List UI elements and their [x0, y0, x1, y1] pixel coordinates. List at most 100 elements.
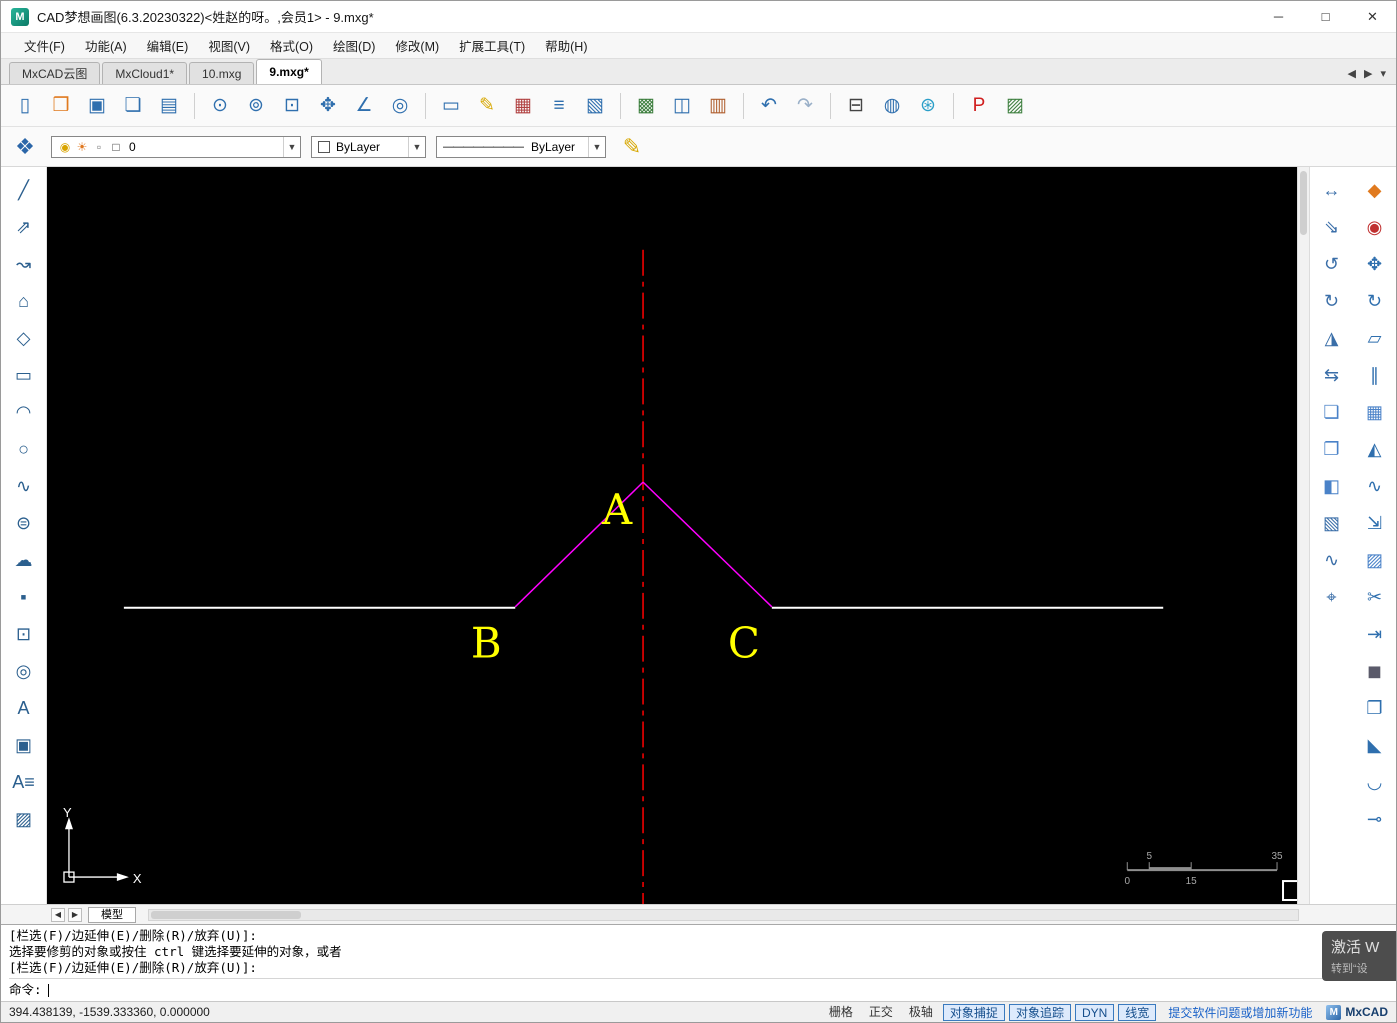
status-toggle-grid[interactable]: 栅格 [823, 1004, 859, 1021]
menu-item-format[interactable]: 格式(O) [261, 33, 322, 58]
chevron-down-icon[interactable]: ▼ [408, 137, 425, 157]
offset-icon[interactable]: ∥ [1360, 360, 1390, 390]
image-export-icon[interactable]: ▨ [999, 90, 1031, 122]
status-toggle-lineweight[interactable]: 线宽 [1118, 1004, 1156, 1021]
hatch-edit-icon[interactable]: ▨ [1360, 545, 1390, 575]
web-home-icon[interactable]: ◍ [876, 90, 908, 122]
status-toggle-osnap[interactable]: 对象捕捉 [943, 1004, 1005, 1021]
new-file-icon[interactable]: ▯ [9, 90, 41, 122]
measure-icon[interactable]: ∠ [348, 90, 380, 122]
align-icon[interactable]: ◮ [1317, 323, 1347, 353]
document-tab-9-mxg[interactable]: 9.mxg* [256, 59, 321, 84]
pdf-export-icon[interactable]: P [963, 90, 995, 122]
erase-icon[interactable]: ◆ [1360, 175, 1390, 205]
status-toggle-dyn[interactable]: DYN [1075, 1004, 1114, 1021]
minimize-button[interactable]: ─ [1255, 1, 1302, 32]
model-tab[interactable]: 模型 [88, 907, 136, 923]
zoom-realtime-icon[interactable]: ◎ [384, 90, 416, 122]
regular-polygon-tool-icon[interactable]: ◇ [9, 323, 39, 353]
stretch-icon[interactable]: ⇲ [1360, 508, 1390, 538]
page-setup-icon[interactable]: ▧ [579, 90, 611, 122]
chamfer-icon[interactable]: ◣ [1360, 730, 1390, 760]
document-tab-10-mxg[interactable]: 10.mxg [189, 62, 254, 84]
hatch-pattern-icon[interactable]: ▧ [1317, 508, 1347, 538]
copy-icon[interactable]: ❐ [1360, 693, 1390, 723]
layer-manager-icon[interactable]: ▩ [630, 90, 662, 122]
menu-item-function[interactable]: 功能(A) [76, 33, 136, 58]
spline-edit-icon[interactable]: ∿ [1360, 471, 1390, 501]
draw-order-icon[interactable]: ◧ [1317, 471, 1347, 501]
swap-order-icon[interactable]: ⇆ [1317, 360, 1347, 390]
point-tool-icon[interactable]: ▪ [9, 582, 39, 612]
command-line-panel[interactable]: [栏选(F)/边延伸(E)/删除(R)/放弃(U)]:选择要修剪的对象或按住 c… [1, 924, 1396, 1001]
vertex-label-a[interactable]: A [601, 485, 633, 534]
pan-icon[interactable]: ✥ [312, 90, 344, 122]
ellipse-tool-icon[interactable]: ⊜ [9, 508, 39, 538]
table-edit-icon[interactable]: ▥ [702, 90, 734, 122]
edit-pencil-icon[interactable]: ✎ [471, 90, 503, 122]
arc-tool-icon[interactable]: ◠ [9, 397, 39, 427]
menu-item-file[interactable]: 文件(F) [15, 33, 74, 58]
status-toggle-polar[interactable]: 极轴 [903, 1004, 939, 1021]
xline-tool-icon[interactable]: ⇗ [9, 212, 39, 242]
circle-tool-icon[interactable]: ○ [9, 434, 39, 464]
horizontal-scrollbar[interactable] [148, 909, 1299, 921]
zoom-extents-icon[interactable]: ⊚ [240, 90, 272, 122]
polyline-edit-icon[interactable]: ∿ [1317, 545, 1347, 575]
block-manager-icon[interactable]: ◫ [666, 90, 698, 122]
rotate-icon[interactable]: ↻ [1360, 286, 1390, 316]
zoom-window-icon[interactable]: ⊡ [276, 90, 308, 122]
sheet-scroll-left-icon[interactable]: ◀ [51, 908, 65, 922]
rotate-cw-icon[interactable]: ↻ [1317, 286, 1347, 316]
vertical-scrollbar[interactable] [1297, 167, 1309, 904]
horizontal-scrollbar-thumb[interactable] [151, 911, 301, 919]
lengthen-icon[interactable]: ↔ [1317, 175, 1347, 205]
save-as-icon[interactable]: ▤ [153, 90, 185, 122]
undo-icon[interactable]: ↶ [753, 90, 785, 122]
menu-item-express-tools[interactable]: 扩展工具(T) [450, 33, 534, 58]
hatch-tool-icon[interactable]: ▨ [9, 804, 39, 834]
print-icon[interactable]: ⊟ [840, 90, 872, 122]
menu-item-edit[interactable]: 编辑(E) [138, 33, 198, 58]
status-toggle-otrack[interactable]: 对象追踪 [1009, 1004, 1071, 1021]
resize-icon[interactable]: ⇘ [1317, 212, 1347, 242]
menu-item-help[interactable]: 帮助(H) [536, 33, 596, 58]
trim-icon[interactable]: ✂ [1360, 582, 1390, 612]
linetype-select[interactable]: ———————— ByLayer ▼ [436, 136, 606, 158]
drawing-viewport[interactable]: A B C Y X [47, 167, 1297, 904]
snap-settings-icon[interactable]: ⌖ [1317, 582, 1347, 612]
menu-item-view[interactable]: 视图(V) [199, 33, 259, 58]
move-icon[interactable]: ✥ [1360, 249, 1390, 279]
match-properties-icon[interactable]: ◉ [1360, 212, 1390, 242]
status-toggle-ortho[interactable]: 正交 [863, 1004, 899, 1021]
document-tab-cloud-gallery[interactable]: MxCAD云图 [9, 62, 100, 84]
extend-icon[interactable]: ⇥ [1360, 619, 1390, 649]
cloud-open-icon[interactable]: ❒ [45, 90, 77, 122]
maximize-button[interactable]: □ [1302, 1, 1349, 32]
web-share-icon[interactable]: ⊛ [912, 90, 944, 122]
sheet-scroll-right-icon[interactable]: ▶ [68, 908, 82, 922]
region-select-icon[interactable]: ▭ [435, 90, 467, 122]
tab-list-icon[interactable]: ▾ [1380, 67, 1386, 80]
tab-scroll-left-icon[interactable]: ◀ [1348, 67, 1356, 80]
text-style-icon[interactable]: ≡ [543, 90, 575, 122]
image-tool-icon[interactable]: ▣ [9, 730, 39, 760]
fillet-icon[interactable]: ◡ [1360, 767, 1390, 797]
chevron-down-icon[interactable]: ▼ [588, 137, 605, 157]
array-icon[interactable]: ▦ [1360, 397, 1390, 427]
slope-line-right-entity[interactable] [643, 482, 772, 607]
command-input[interactable]: 命令: [9, 978, 1388, 998]
draft-pencil-icon[interactable]: ✎ [616, 131, 648, 163]
redo-icon[interactable]: ↷ [789, 90, 821, 122]
layers-stack-icon[interactable]: ❖ [9, 131, 41, 163]
close-button[interactable]: ✕ [1349, 1, 1396, 32]
bring-front-icon[interactable]: ❏ [1317, 397, 1347, 427]
vertex-label-c[interactable]: C [728, 619, 760, 668]
tab-scroll-right-icon[interactable]: ▶ [1364, 67, 1372, 80]
revision-cloud-tool-icon[interactable]: ☁ [9, 545, 39, 575]
break-icon[interactable]: ⊸ [1360, 804, 1390, 834]
feedback-link[interactable]: 提交软件问题或增加新功能 [1168, 1004, 1312, 1021]
mirror-icon[interactable]: ◭ [1360, 434, 1390, 464]
rectangle-tool-icon[interactable]: ▭ [9, 360, 39, 390]
layer-select[interactable]: ◉☀▫□ 0 ▼ [51, 136, 301, 158]
